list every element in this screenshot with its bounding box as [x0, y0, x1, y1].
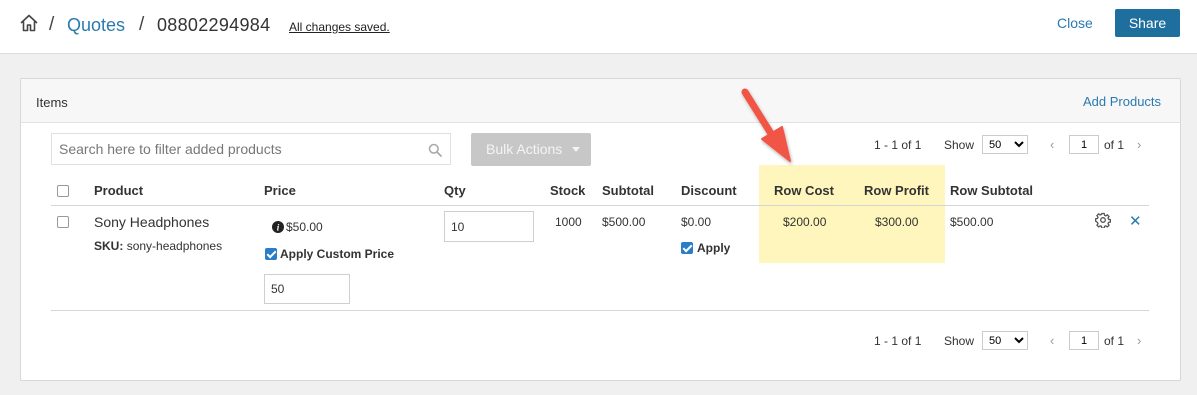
bulk-actions-button[interactable]: Bulk Actions [471, 133, 591, 166]
close-button[interactable]: Close [1057, 15, 1093, 31]
page-size-label: Show [944, 334, 975, 348]
bulk-actions-label: Bulk Actions [486, 141, 563, 157]
discount-apply-checkbox[interactable] [681, 242, 693, 254]
header-divider [51, 205, 1149, 206]
product-sku: SKU: sony-headphones [94, 239, 222, 253]
sku-label: SKU: [94, 239, 124, 253]
apply-custom-price-label: Apply Custom Price [280, 247, 395, 261]
save-status: All changes saved. [289, 20, 390, 34]
column-header-product: Product [94, 183, 144, 198]
discount-apply-label: Apply [697, 241, 731, 255]
prev-page-icon[interactable]: ‹ [1050, 333, 1054, 348]
breadcrumb-current-quote: 08802294984 [157, 15, 271, 35]
cost-profit-highlight [759, 165, 945, 263]
column-header-row-subtotal: Row Subtotal [950, 183, 1034, 198]
row-profit-value: $300.00 [875, 215, 919, 229]
price-value: $50.00 [286, 220, 323, 234]
breadcrumb-separator: / [139, 14, 145, 35]
column-header-subtotal: Subtotal [602, 183, 654, 198]
select-all-checkbox[interactable] [57, 185, 69, 197]
add-products-link[interactable]: Add Products [1083, 94, 1161, 109]
page-total: of 1 [1104, 138, 1125, 152]
product-name: Sony Headphones [94, 214, 210, 230]
page-number-input[interactable] [1069, 135, 1099, 154]
custom-price-input[interactable] [264, 274, 350, 304]
caret-down-icon [572, 147, 580, 152]
results-count: 1 - 1 of 1 [874, 138, 922, 152]
gear-icon[interactable] [1095, 212, 1111, 228]
search-input[interactable] [52, 134, 450, 164]
page-total: of 1 [1104, 334, 1125, 348]
page-number-input[interactable] [1069, 331, 1099, 350]
results-count: 1 - 1 of 1 [874, 334, 922, 348]
next-page-icon[interactable]: › [1137, 333, 1141, 348]
qty-input[interactable] [444, 211, 534, 242]
discount-value: $0.00 [681, 215, 712, 229]
sku-value: sony-headphones [126, 239, 223, 253]
search-icon [428, 143, 442, 157]
row-divider [51, 310, 1149, 311]
column-header-row-profit: Row Profit [864, 183, 929, 198]
share-button[interactable]: Share [1115, 9, 1180, 37]
apply-custom-price-checkbox[interactable] [265, 248, 277, 260]
top-bar: / Quotes / 08802294984 All changes saved… [0, 0, 1197, 54]
stock-value: 1000 [555, 215, 582, 229]
page-size-select[interactable]: 50 [982, 331, 1028, 350]
breadcrumb-separator: / [49, 14, 55, 35]
column-header-price: Price [264, 183, 296, 198]
items-panel-header: Items Add Products [21, 79, 1180, 123]
prev-page-icon[interactable]: ‹ [1050, 137, 1054, 152]
remove-item-icon[interactable]: ✕ [1129, 212, 1142, 230]
next-page-icon[interactable]: › [1137, 137, 1141, 152]
column-header-row-cost: Row Cost [774, 183, 834, 198]
row-subtotal-value: $500.00 [950, 215, 994, 229]
info-icon[interactable]: i [272, 221, 284, 233]
breadcrumb-quotes-link[interactable]: Quotes [67, 15, 125, 36]
column-header-discount: Discount [681, 183, 737, 198]
items-panel: Items Add Products Bulk Actions 1 - 1 of… [20, 78, 1181, 381]
row-cost-value: $200.00 [783, 215, 827, 229]
column-header-qty: Qty [444, 183, 466, 198]
page-size-label: Show [944, 138, 975, 152]
product-filter-search [51, 133, 451, 165]
subtotal-value: $500.00 [602, 215, 646, 229]
row-select-checkbox[interactable] [57, 216, 69, 228]
home-icon[interactable] [19, 13, 39, 33]
items-panel-title: Items [36, 95, 68, 110]
column-header-stock: Stock [550, 183, 586, 198]
page-size-select[interactable]: 50 [982, 135, 1028, 154]
